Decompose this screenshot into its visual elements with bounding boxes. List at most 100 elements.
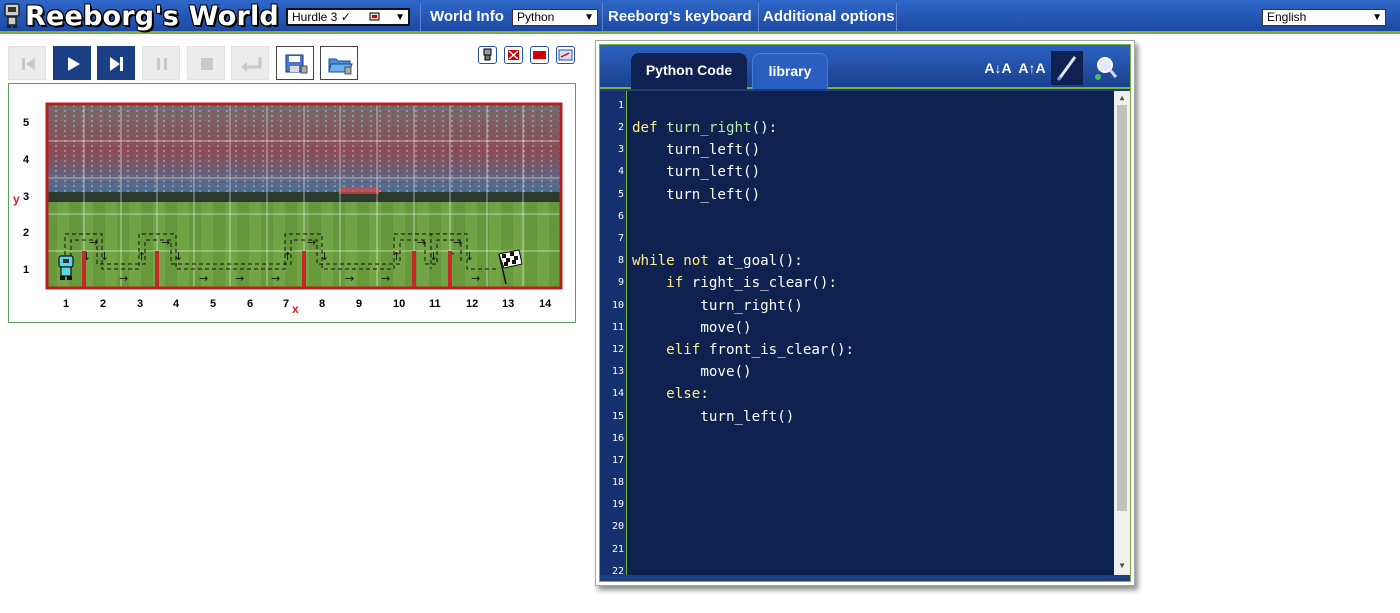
x-tick-1: 1 (63, 298, 70, 310)
world-info-menu[interactable]: World Info (424, 0, 510, 34)
chevron-down-icon: ▼ (584, 12, 594, 23)
divider (420, 3, 421, 31)
search-button[interactable] (1089, 51, 1121, 85)
chevron-down-icon: ▼ (1372, 12, 1382, 23)
remove-walls-tool-icon (508, 50, 519, 60)
code-line: while not at_goal(): (632, 253, 803, 269)
svg-text:↑: ↑ (137, 250, 146, 263)
save-world-icon (285, 54, 308, 74)
editor-panel: Python Code library A↓A A↑A 1 2 3 4 5 6 … (595, 40, 1135, 586)
x-tick-11: 11 (429, 298, 441, 310)
robot-tool-button[interactable] (478, 46, 497, 64)
pause-button[interactable] (142, 46, 180, 80)
svg-text:↓: ↓ (100, 250, 109, 263)
line-number: 12 (611, 344, 624, 355)
search-icon (1095, 57, 1118, 80)
line-number: 2 (617, 122, 624, 133)
editor-scrollbar[interactable]: ▲ ▼ (1114, 91, 1130, 575)
svg-text:→: → (89, 236, 98, 249)
programming-language-value: Python (517, 10, 555, 24)
tab-library[interactable]: library (752, 53, 828, 89)
code-line: turn_left() (632, 164, 761, 180)
reload-icon (241, 57, 262, 72)
line-number: 13 (611, 366, 624, 377)
svg-text:→: → (307, 236, 316, 249)
code-line: move() (632, 364, 752, 380)
programming-language-select[interactable]: Python ▼ (512, 9, 598, 26)
scroll-down-icon[interactable]: ▼ (1117, 561, 1127, 570)
svg-text:↑: ↑ (392, 250, 401, 263)
stop-icon (201, 58, 213, 70)
additional-options-menu[interactable]: Additional options (757, 0, 901, 34)
reload-button[interactable] (231, 46, 269, 80)
code-line: else: (666, 386, 709, 402)
reverse-step-icon (22, 58, 35, 70)
x-tick-9: 9 (356, 298, 363, 310)
svg-text:→: → (199, 272, 208, 285)
svg-text:↓: ↓ (174, 250, 183, 263)
line-number: 21 (611, 544, 624, 555)
x-tick-10: 10 (393, 298, 406, 310)
run-icon (68, 57, 80, 71)
code-line: def turn_right(): (632, 120, 778, 136)
line-number: 10 (611, 300, 624, 311)
x-tick-7: 7 (283, 298, 290, 310)
line-number: 1 (617, 100, 624, 111)
line-number: 16 (611, 433, 624, 444)
svg-text:↓: ↓ (429, 250, 438, 263)
line-number-gutter: 1 2 3 4 5 6 7 8 9 10 11 12 13 14 15 16 1… (600, 91, 627, 575)
decrease-font-icon: A↓A (984, 60, 1012, 76)
robot-tool-icon (483, 48, 492, 61)
reeborg-keyboard-menu[interactable]: Reeborg's keyboard (602, 0, 758, 34)
line-number: 9 (617, 277, 624, 288)
edit-world-tool-button[interactable] (556, 46, 575, 64)
svg-text:→: → (161, 236, 170, 249)
scrollbar-thumb[interactable] (1117, 105, 1127, 511)
world-canvas[interactable]: →→→ →→→ →→→ →→→ ↓↓↑ ↓↑↓ ↑↓↑↓ (8, 83, 576, 323)
highlight-button[interactable] (1051, 51, 1083, 85)
svg-text:↓: ↓ (320, 250, 329, 263)
x-tick-6: 6 (247, 298, 254, 310)
remove-walls-tool-button[interactable] (504, 46, 523, 64)
code-editor[interactable]: 1 2 3 4 5 6 7 8 9 10 11 12 13 14 15 16 1… (600, 91, 1130, 575)
line-number: 20 (611, 521, 624, 532)
step-button[interactable] (97, 46, 135, 80)
code-line: elif front_is_clear(): (666, 342, 855, 358)
svg-text:↓: ↓ (465, 250, 474, 263)
line-number: 14 (611, 388, 624, 399)
ui-language-select[interactable]: English ▼ (1262, 9, 1386, 26)
svg-text:→: → (417, 236, 426, 249)
world-select[interactable]: Hurdle 3 ✓ ▼ (286, 8, 410, 26)
y-tick-2: 2 (23, 227, 30, 239)
y-axis-label: y (13, 192, 20, 206)
increase-font-icon: A↑A (1018, 60, 1046, 76)
stop-button[interactable] (187, 46, 225, 80)
y-tick-3: 3 (23, 191, 30, 203)
svg-text:→: → (453, 236, 462, 249)
code-line: if right_is_clear(): (666, 275, 838, 291)
line-number: 17 (611, 455, 624, 466)
x-tick-8: 8 (319, 298, 326, 310)
flag-tool-button[interactable] (530, 46, 549, 64)
save-world-button[interactable] (276, 46, 314, 80)
scroll-up-icon[interactable]: ▲ (1117, 93, 1127, 102)
increase-font-button[interactable]: A↑A (1016, 51, 1048, 85)
x-axis-label: x (292, 302, 299, 316)
open-world-button[interactable] (320, 46, 358, 80)
tab-python-code[interactable]: Python Code (631, 53, 747, 89)
line-number: 7 (617, 233, 624, 244)
chevron-down-icon: ▼ (395, 12, 405, 23)
line-number: 18 (611, 477, 624, 488)
divider (896, 3, 897, 31)
reverse-step-button[interactable] (8, 46, 46, 80)
robot-mini-icon (369, 12, 380, 21)
top-bar: Reeborg's World Hurdle 3 ✓ ▼ World Info … (0, 0, 1400, 34)
edit-world-tool-icon (558, 49, 573, 61)
svg-text:→: → (119, 272, 128, 285)
x-tick-5: 5 (210, 298, 217, 310)
x-tick-3: 3 (137, 298, 144, 310)
ui-language-value: English (1267, 10, 1307, 24)
line-number: 8 (617, 255, 624, 266)
run-button[interactable] (53, 46, 91, 80)
decrease-font-button[interactable]: A↓A (982, 51, 1014, 85)
